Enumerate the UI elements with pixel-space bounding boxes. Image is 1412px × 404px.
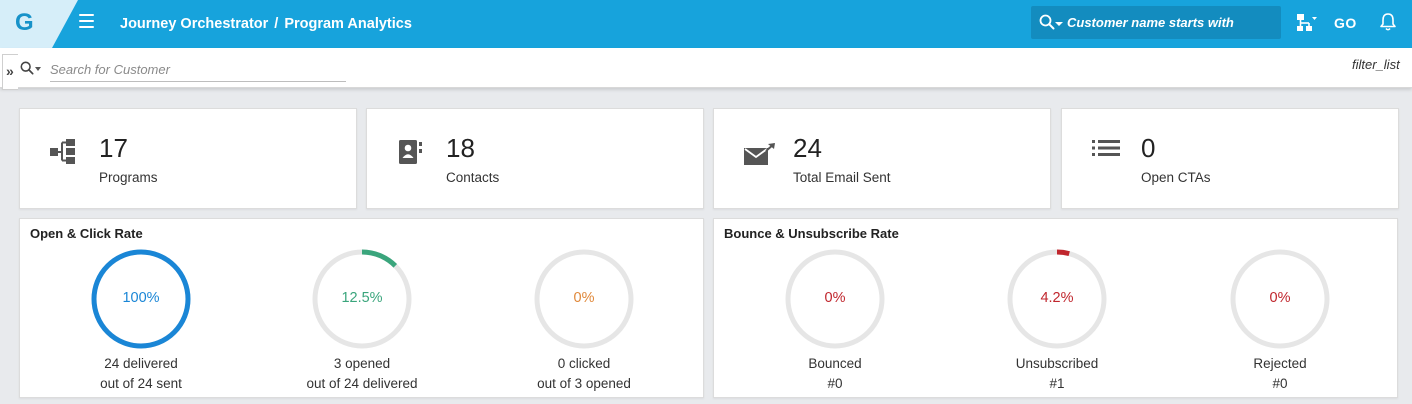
breadcrumb: Journey Orchestrator / Program Analytics (120, 16, 412, 32)
unsubscribed-count: #1 (1049, 376, 1065, 391)
top-bar: G Journey Orchestrator / Program Analytics… (0, 0, 1412, 48)
go-button[interactable]: GO (1334, 15, 1357, 31)
breadcrumb-separator: / (274, 16, 279, 32)
opened-rate-value: 12.5% (341, 290, 383, 306)
stat-value: 18 (446, 133, 475, 163)
notifications-bell-icon[interactable] (1379, 12, 1397, 32)
stat-label: Total Email Sent (793, 170, 891, 185)
delivered-count-label: 24 delivered (104, 356, 178, 371)
stat-value: 0 (1141, 133, 1156, 163)
stat-card-contacts[interactable]: 18 Contacts (366, 108, 704, 209)
list-icon (1092, 140, 1120, 156)
contact-card-icon (399, 140, 422, 164)
hamburger-menu-icon[interactable] (79, 14, 97, 30)
rejected-count: #0 (1272, 376, 1288, 391)
rejected-label: Rejected (1253, 356, 1307, 371)
breadcrumb-item-program-analytics: Program Analytics (284, 16, 412, 32)
opened-count-label: 3 opened (333, 356, 391, 371)
org-hierarchy-icon[interactable] (1296, 12, 1318, 34)
clicked-of-opened-label: out of 3 opened (537, 376, 631, 391)
clicked-rate-value: 0% (573, 290, 595, 306)
filter-list-button[interactable]: filter_list (1352, 57, 1400, 72)
stat-card-total-email-sent[interactable]: 24 Total Email Sent (713, 108, 1051, 209)
stat-card-open-ctas[interactable]: 0 Open CTAs (1061, 108, 1399, 209)
bounced-label: Bounced (808, 356, 862, 371)
breadcrumb-item-journey-orchestrator[interactable]: Journey Orchestrator (120, 16, 268, 32)
opened-of-delivered-label: out of 24 delivered (306, 376, 418, 391)
open-click-rate-panel: Open & Click Rate 100% 24 delivered out … (19, 218, 704, 398)
rejected-rate-value: 0% (1269, 290, 1291, 306)
customer-search-input[interactable] (50, 58, 346, 82)
clicked-count-label: 0 clicked (557, 356, 611, 371)
stat-label: Programs (99, 170, 158, 185)
bounce-unsubscribe-rate-panel: Bounce & Unsubscribe Rate 0% Bounced #0 … (713, 218, 1398, 398)
global-customer-search[interactable]: Customer name starts with (1031, 6, 1281, 39)
search-icon[interactable] (20, 61, 34, 75)
unsubscribed-rate-value: 4.2% (1040, 290, 1074, 306)
stat-value: 24 (793, 133, 822, 163)
expand-panel-toggle[interactable]: » (2, 54, 18, 90)
filter-bar: » filter_list (0, 48, 1412, 90)
search-icon (1039, 14, 1055, 30)
double-chevron-right-icon: » (6, 63, 14, 79)
unsubscribed-label: Unsubscribed (1015, 356, 1099, 371)
panel-title: Open & Click Rate (30, 226, 143, 241)
logo-letter: G (15, 9, 34, 36)
stat-value: 17 (99, 133, 128, 163)
delivered-of-sent-label: out of 24 sent (100, 376, 182, 391)
program-tree-icon (50, 139, 75, 164)
search-mode-dropdown-caret[interactable] (1055, 22, 1063, 26)
app-logo[interactable]: G (0, 0, 78, 48)
email-sent-icon (744, 143, 775, 165)
bounced-rate-value: 0% (824, 290, 846, 306)
panel-title: Bounce & Unsubscribe Rate (724, 226, 899, 241)
global-search-placeholder: Customer name starts with (1067, 15, 1234, 30)
stat-label: Open CTAs (1141, 170, 1211, 185)
delivered-rate-value: 100% (122, 290, 160, 306)
logo-background (0, 0, 78, 48)
search-type-dropdown-caret[interactable] (35, 67, 41, 71)
stat-label: Contacts (446, 170, 500, 185)
bounced-count: #0 (827, 376, 843, 391)
stat-card-programs[interactable]: 17 Programs (19, 108, 357, 209)
